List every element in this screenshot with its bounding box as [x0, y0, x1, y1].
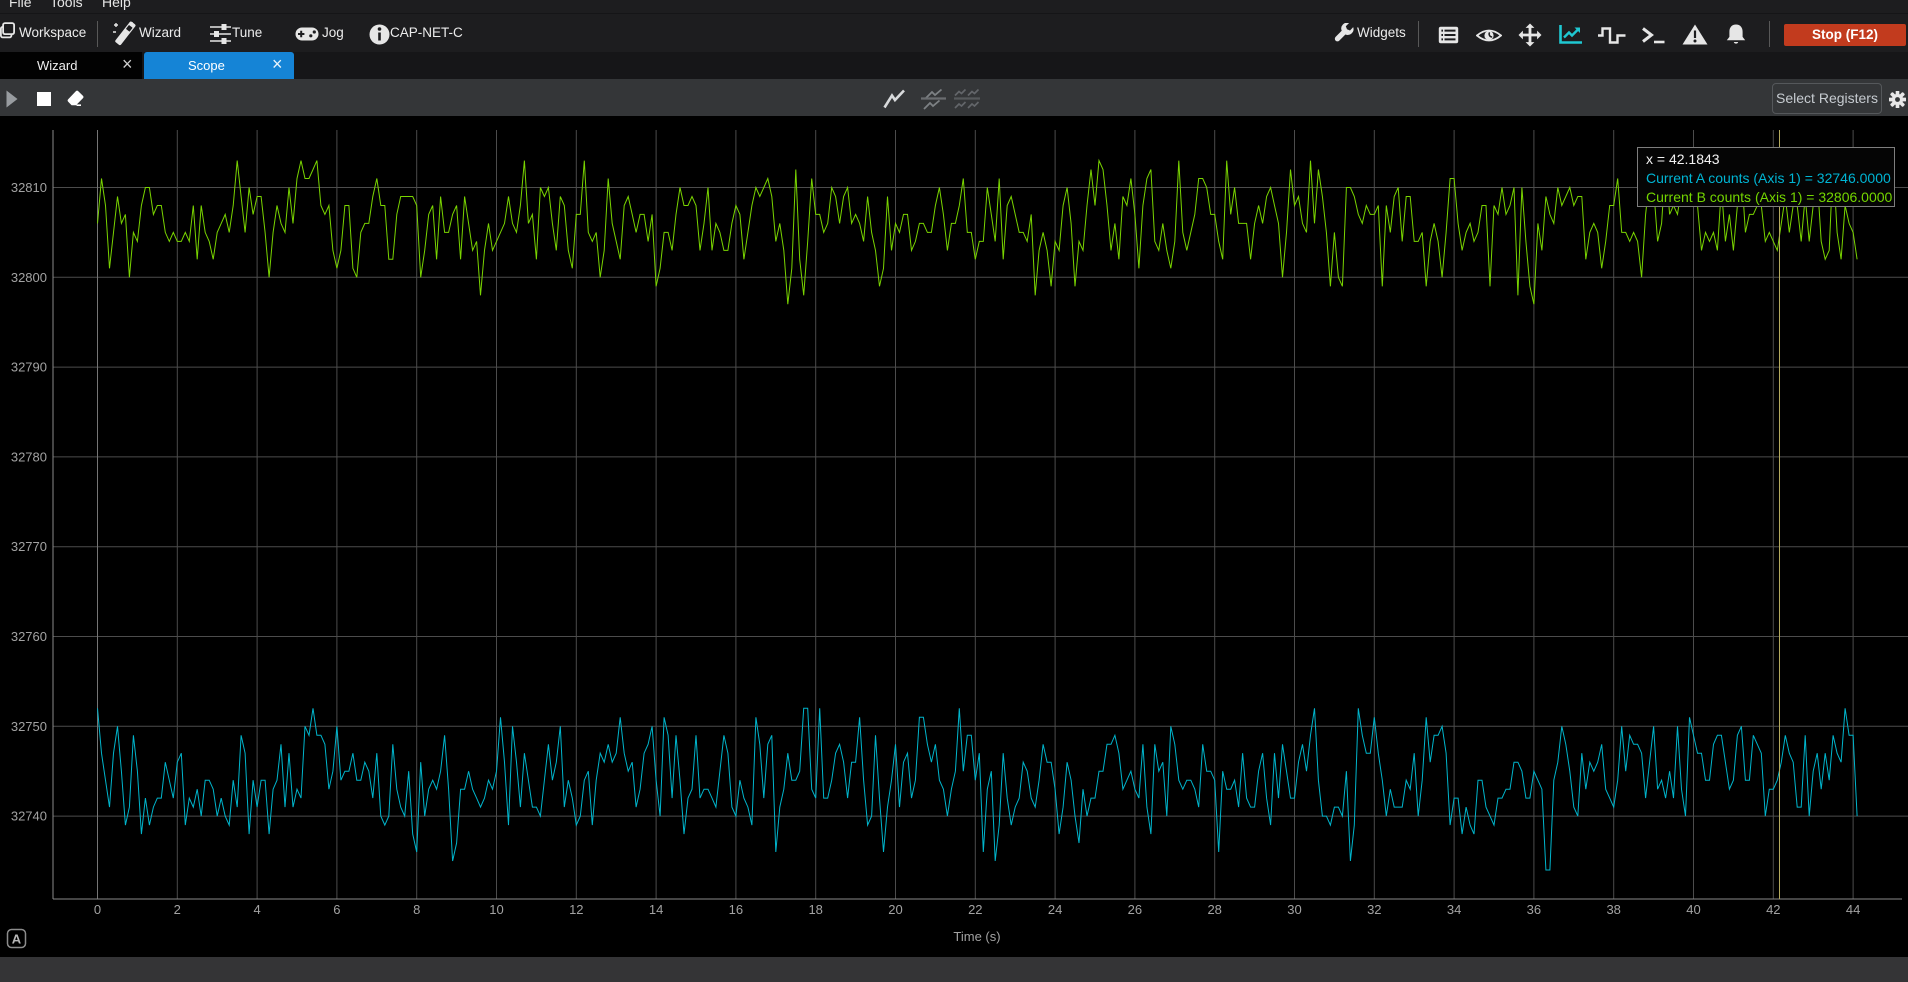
svg-text:4: 4 [253, 902, 260, 917]
svg-text:26: 26 [1128, 902, 1142, 917]
svg-text:6: 6 [333, 902, 340, 917]
svg-text:30: 30 [1287, 902, 1301, 917]
svg-text:32770: 32770 [11, 539, 47, 554]
svg-text:34: 34 [1447, 902, 1461, 917]
svg-text:44: 44 [1846, 902, 1860, 917]
svg-text:32790: 32790 [11, 360, 47, 375]
svg-text:8: 8 [413, 902, 420, 917]
svg-text:A: A [12, 932, 22, 947]
svg-text:32810: 32810 [11, 180, 47, 195]
svg-text:32760: 32760 [11, 629, 47, 644]
svg-text:28: 28 [1207, 902, 1221, 917]
svg-text:14: 14 [649, 902, 663, 917]
svg-text:32750: 32750 [11, 719, 47, 734]
svg-text:32: 32 [1367, 902, 1381, 917]
svg-text:20: 20 [888, 902, 902, 917]
svg-text:24: 24 [1048, 902, 1062, 917]
svg-text:32740: 32740 [11, 809, 47, 824]
svg-text:0: 0 [94, 902, 101, 917]
svg-text:10: 10 [489, 902, 503, 917]
svg-text:32780: 32780 [11, 449, 47, 464]
svg-text:2: 2 [174, 902, 181, 917]
svg-text:22: 22 [968, 902, 982, 917]
svg-text:40: 40 [1686, 902, 1700, 917]
svg-text:32800: 32800 [11, 270, 47, 285]
svg-text:18: 18 [808, 902, 822, 917]
svg-text:36: 36 [1527, 902, 1541, 917]
svg-text:Time (s): Time (s) [953, 929, 1000, 944]
svg-text:12: 12 [569, 902, 583, 917]
svg-text:16: 16 [729, 902, 743, 917]
svg-text:38: 38 [1606, 902, 1620, 917]
svg-text:42: 42 [1766, 902, 1780, 917]
